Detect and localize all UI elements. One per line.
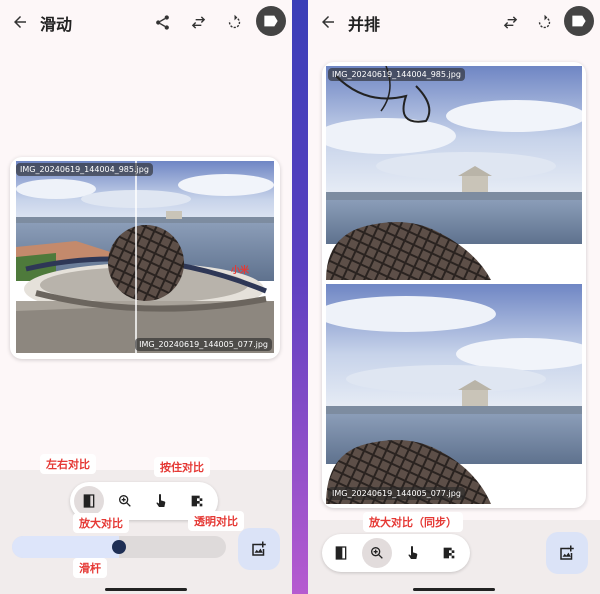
bottom-image-filename: IMG_20240619_144005_077.jpg <box>328 487 465 500</box>
compare-icon[interactable] <box>74 486 104 516</box>
left-screen: 滑动 小米 IMG_20240619_144004_985.jpg IMG_20… <box>0 0 292 594</box>
compare-icon[interactable] <box>326 538 356 568</box>
page-title: 滑动 <box>40 15 73 34</box>
compare-mode-toolbar <box>322 534 470 572</box>
top-image-filename: IMG_20240619_144004_985.jpg <box>16 163 153 176</box>
touch-icon[interactable] <box>146 486 176 516</box>
transparency-icon[interactable] <box>434 538 464 568</box>
gesture-handle <box>105 588 187 591</box>
bottom-image-filename: IMG_20240619_144005_077.jpg <box>135 338 272 351</box>
compare-image-card[interactable]: IMG_20240619_144004_985.jpg IMG_20240619… <box>322 62 586 508</box>
touch-icon[interactable] <box>398 538 428 568</box>
back-arrow-icon[interactable] <box>8 10 32 34</box>
gesture-handle <box>413 588 495 591</box>
rotate-icon[interactable] <box>222 10 246 34</box>
app-bar: 并排 <box>308 0 600 44</box>
label-icon[interactable] <box>256 6 286 36</box>
slider-thumb[interactable] <box>112 540 126 554</box>
annotation-zoom-compare: 放大对比 <box>73 513 129 533</box>
compare-image-card[interactable]: 小米 IMG_20240619_144004_985.jpg IMG_20240… <box>10 157 280 359</box>
add-photo-icon <box>252 541 266 556</box>
rotate-icon[interactable] <box>532 10 556 34</box>
add-photo-button[interactable] <box>546 532 588 574</box>
annotation-transparent-compare: 透明对比 <box>188 511 244 531</box>
annotation-slider: 滑杆 <box>73 558 107 578</box>
annotation-zoom-sync: 放大对比（同步） <box>363 512 463 532</box>
swap-icon[interactable] <box>186 10 210 34</box>
swap-icon[interactable] <box>498 10 522 34</box>
top-image-filename: IMG_20240619_144004_985.jpg <box>328 68 465 81</box>
app-bar: 滑动 <box>0 0 292 44</box>
page-title: 并排 <box>348 15 381 34</box>
slider-fill <box>12 536 119 558</box>
share-icon[interactable] <box>150 10 174 34</box>
zoom-in-icon[interactable] <box>362 538 392 568</box>
annotation-hold-compare: 按住对比 <box>154 457 210 477</box>
back-arrow-icon[interactable] <box>316 10 340 34</box>
add-photo-icon <box>560 545 574 560</box>
photo-top[interactable] <box>326 66 582 280</box>
watermark-text: 小米 <box>230 264 250 276</box>
photo-slide-compare[interactable]: 小米 <box>16 161 274 353</box>
bottom-controls <box>0 470 292 594</box>
annotation-side-compare: 左右对比 <box>40 454 96 474</box>
right-screen: 并排 IMG_20240619_144004_985.jpg IMG_20240… <box>308 0 600 594</box>
label-icon[interactable] <box>564 6 594 36</box>
photo-bottom[interactable] <box>326 284 582 504</box>
add-photo-button[interactable] <box>238 528 280 570</box>
zoom-in-icon[interactable] <box>110 486 140 516</box>
